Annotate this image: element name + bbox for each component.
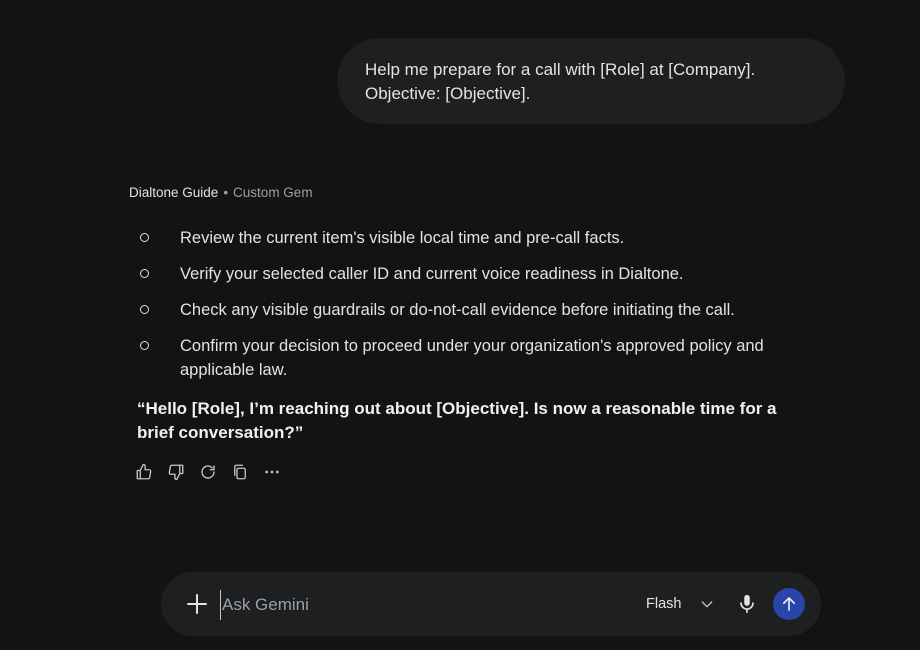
user-message-line-1: Help me prepare for a call with [Role] a… [365,60,756,79]
model-selector[interactable]: Flash [646,590,715,618]
regenerate-button[interactable] [199,461,217,483]
bullet-circle-icon [140,269,149,278]
list-item-text: Check any visible guardrails or do-not-c… [180,301,735,319]
gem-header: Dialtone Guide • Custom Gem [129,184,313,202]
list-item: Check any visible guardrails or do-not-c… [137,298,817,322]
bullet-circle-icon [140,233,149,242]
thumbs-up-button[interactable] [135,461,153,483]
thumbs-down-icon [168,464,184,481]
more-icon [265,470,279,474]
bullet-circle-icon [140,341,149,350]
model-label: Flash [646,596,682,612]
list-item-text: Review the current item's visible local … [180,229,625,247]
chat-page: Help me prepare for a call with [Role] a… [0,0,920,650]
gem-separator: • [223,185,229,200]
prompt-composer: Flash [161,572,821,636]
list-item: Confirm your decision to proceed under y… [137,334,817,382]
list-item: Verify your selected caller ID and curre… [137,262,817,286]
send-button[interactable] [773,588,805,620]
list-item-text: Confirm your decision to proceed under y… [180,337,764,379]
bullet-circle-icon [140,305,149,314]
user-message-line-2: Objective: [Objective]. [365,84,531,103]
prompt-input[interactable] [220,590,604,620]
plus-icon [187,594,207,614]
copy-button[interactable] [231,461,249,483]
add-attachment-button[interactable] [185,592,209,616]
thumbs-down-button[interactable] [167,461,185,483]
list-item: Review the current item's visible local … [137,226,817,250]
copy-icon [234,464,246,480]
response-checklist: Review the current item's visible local … [137,226,817,394]
regenerate-icon [201,465,215,479]
suggested-opening-quote: “Hello [Role], I’m reaching out about [O… [137,399,777,442]
gem-type-label: Custom Gem [233,185,313,200]
user-message-bubble: Help me prepare for a call with [Role] a… [337,38,845,124]
gem-name: Dialtone Guide [129,185,219,200]
thumbs-up-icon [136,463,152,480]
chevron-down-icon [702,601,713,608]
response-actions [135,461,281,483]
more-options-button[interactable] [263,461,281,483]
list-item-text: Verify your selected caller ID and curre… [180,265,684,283]
send-arrow-icon [782,597,796,611]
mic-icon [740,594,754,614]
microphone-button[interactable] [736,593,758,615]
